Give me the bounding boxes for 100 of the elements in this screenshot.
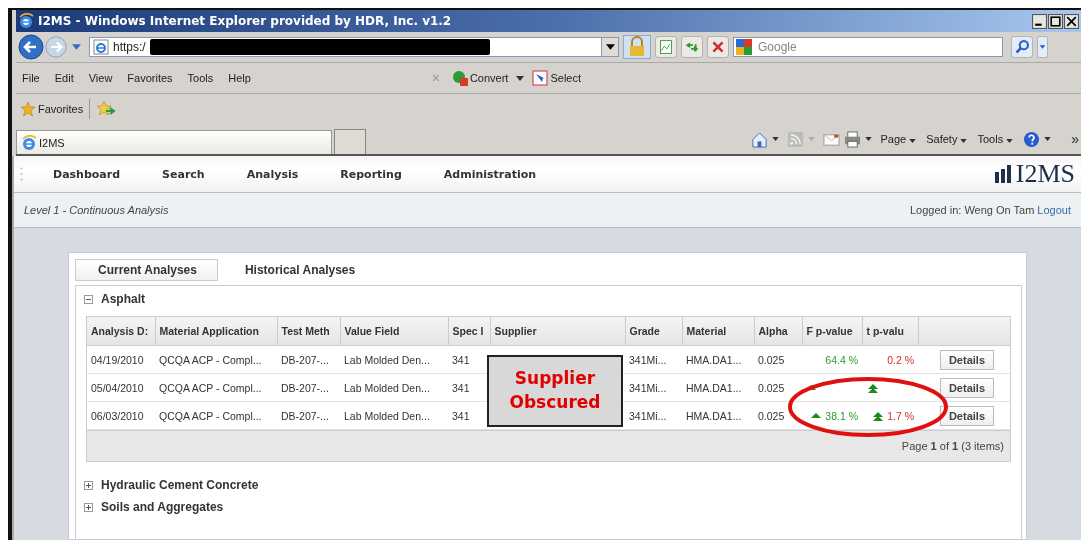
table-cell: DB-207-... <box>277 373 340 402</box>
expander-icon[interactable] <box>84 480 93 490</box>
table-cell: HMA.DA1... <box>682 401 754 430</box>
new-tab-button[interactable] <box>334 129 366 154</box>
table-cell: QCQA ACP - Compl... <box>155 345 277 374</box>
close-icon[interactable] <box>1064 13 1079 29</box>
details-button[interactable]: Details <box>939 349 994 370</box>
logo-bars-icon <box>994 165 1013 183</box>
table-cell: 06/03/2010 <box>87 401 155 430</box>
help-icon[interactable] <box>1023 130 1041 148</box>
column-header[interactable]: F p-value <box>802 317 862 346</box>
table-cell: 341Mi... <box>625 345 682 374</box>
table-cell: 341Mi... <box>625 401 682 430</box>
search-provider-icon <box>736 39 752 55</box>
address-field[interactable]: https:/ <box>89 37 619 57</box>
nav-item[interactable]: Administration <box>443 167 537 181</box>
menu-item[interactable]: File <box>22 72 40 84</box>
table-cell: 0.025 <box>754 401 802 430</box>
column-header[interactable]: Test Meth <box>277 317 340 346</box>
table-cell: 0.025 <box>754 345 802 374</box>
menu-item[interactable]: Tools <box>187 72 214 84</box>
minimize-icon[interactable] <box>1032 13 1047 29</box>
details-button[interactable]: Details <box>939 405 994 426</box>
section-title[interactable]: Asphalt <box>101 292 145 306</box>
back-icon[interactable] <box>18 34 44 60</box>
convert-button[interactable]: Convert <box>451 70 509 86</box>
logout-link[interactable]: Logout <box>1037 204 1071 216</box>
menu-item[interactable]: View <box>88 72 113 84</box>
tab[interactable]: Current Analyses <box>75 259 218 281</box>
dropdown-icon[interactable] <box>865 137 873 141</box>
column-header[interactable]: t p-valu <box>862 317 918 346</box>
print-icon[interactable] <box>844 130 862 148</box>
t-p-value: 0.2 % <box>887 353 914 366</box>
tab[interactable]: Historical Analyses <box>221 259 377 281</box>
table-cell: 341Mi... <box>625 373 682 402</box>
home-icon[interactable] <box>751 130 769 148</box>
stop-icon[interactable] <box>707 36 729 58</box>
column-header[interactable]: Material <box>682 317 754 346</box>
convert-icon <box>451 70 468 86</box>
section-title[interactable]: Hydraulic Cement Concrete <box>101 478 259 492</box>
compatibility-icon[interactable] <box>655 36 677 58</box>
column-header[interactable]: Alpha <box>754 317 802 346</box>
favorites-button[interactable]: Favorites <box>20 101 84 117</box>
menu-item[interactable]: Favorites <box>127 72 173 84</box>
table-cell: Lab Molded Den... <box>340 401 448 430</box>
history-dropdown-icon[interactable] <box>72 44 81 50</box>
nav-item[interactable]: Analysis <box>246 167 299 181</box>
expander-icon[interactable] <box>84 294 93 304</box>
dropdown-icon[interactable] <box>1044 137 1052 141</box>
search-options-icon[interactable] <box>1037 36 1048 58</box>
command-menu[interactable]: Tools <box>977 133 1014 145</box>
browser-logo-icon <box>18 13 34 29</box>
dropdown-icon <box>909 139 917 143</box>
refresh-icon[interactable] <box>681 36 703 58</box>
nav-item[interactable]: Reporting <box>340 167 402 181</box>
table-cell: DB-207-... <box>277 345 340 374</box>
details-button[interactable]: Details <box>939 377 994 398</box>
search-icon[interactable] <box>1011 36 1033 58</box>
table-cell: DB-207-... <box>277 401 340 430</box>
window-title: I2MS - Windows Internet Explorer provided by HDR, Inc. v1.2 <box>38 14 452 28</box>
dropdown-icon <box>1006 139 1014 143</box>
dropdown-icon <box>960 139 968 143</box>
column-header[interactable]: Grade <box>625 317 682 346</box>
table-cell: HMA.DA1... <box>682 373 754 402</box>
f-p-value: 64.4 % <box>825 353 858 366</box>
f-p-value: 38.1 % <box>825 409 858 422</box>
dropdown-icon[interactable] <box>772 137 780 141</box>
table-cell: Lab Molded Den... <box>340 373 448 402</box>
pager-info: Page 1 of 1 (3 items) <box>901 440 1004 452</box>
table-cell: QCQA ACP - Compl... <box>155 373 277 402</box>
table-cell: Lab Molded Den... <box>340 345 448 374</box>
table-cell: 05/04/2010 <box>87 373 155 402</box>
expander-icon[interactable] <box>84 502 93 512</box>
column-header[interactable]: Supplier <box>490 317 625 346</box>
nav-item[interactable]: Dashboard <box>53 167 121 181</box>
menu-item[interactable]: Edit <box>54 72 74 84</box>
column-header[interactable]: Material Application <box>155 317 277 346</box>
select-button[interactable]: Select <box>532 70 581 86</box>
t-p-value: 1.7 % <box>887 409 914 422</box>
table-cell: HMA.DA1... <box>682 345 754 374</box>
command-menu[interactable]: Safety <box>926 133 968 145</box>
table-cell: QCQA ACP - Compl... <box>155 401 277 430</box>
table-cell: 0.025 <box>754 373 802 402</box>
maximize-icon[interactable] <box>1048 13 1063 29</box>
column-header[interactable]: Spec I <box>448 317 490 346</box>
browser-tab[interactable]: I2MS <box>16 130 332 154</box>
column-header[interactable]: Analysis D: <box>87 317 155 346</box>
section-title[interactable]: Soils and Aggregates <box>101 500 224 514</box>
column-header[interactable]: Value Field <box>340 317 448 346</box>
page-title: Level 1 - Continuous Analysis <box>24 204 169 216</box>
more-commands-button[interactable]: » <box>1071 131 1079 147</box>
redaction-box: Supplier Obscured <box>487 355 623 427</box>
command-menu[interactable]: Page <box>880 133 917 145</box>
dropdown-icon[interactable] <box>516 75 525 81</box>
address-dropdown-icon[interactable] <box>601 38 618 56</box>
nav-item[interactable]: Search <box>162 167 205 181</box>
browser-logo-icon <box>21 134 37 151</box>
menu-item[interactable]: Help <box>228 72 251 84</box>
app-logo: I2MS <box>1015 161 1075 187</box>
search-field[interactable]: Google <box>733 37 1003 57</box>
